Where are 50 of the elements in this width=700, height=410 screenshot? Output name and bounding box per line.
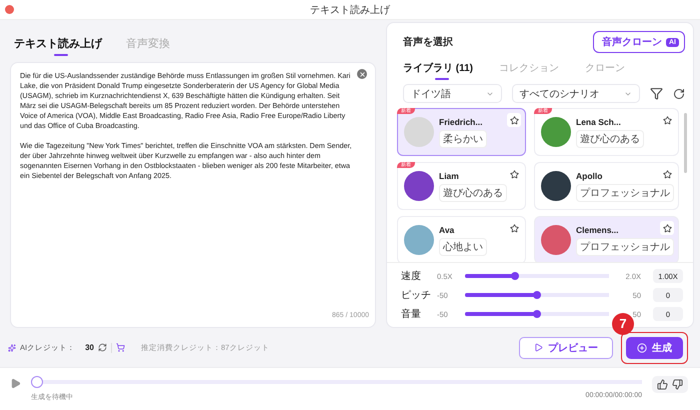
voice-tag: 遊び心のある bbox=[439, 184, 507, 202]
window-title: テキスト読み上げ bbox=[310, 4, 390, 16]
star-icon[interactable] bbox=[660, 221, 674, 235]
clear-icon[interactable] bbox=[357, 69, 367, 79]
credit-value: 30 bbox=[85, 343, 94, 352]
slider-thumb[interactable] bbox=[533, 310, 541, 318]
slider-label: 速度 bbox=[401, 270, 422, 283]
cart-icon[interactable] bbox=[116, 343, 125, 352]
voice-name: Liam bbox=[439, 170, 459, 180]
voice-card[interactable]: Ava 心地よい bbox=[397, 216, 526, 262]
refresh-icon[interactable] bbox=[673, 88, 685, 100]
slider[interactable] bbox=[465, 272, 609, 280]
slider-label: 音量 bbox=[401, 308, 422, 321]
filter-icon[interactable] bbox=[650, 87, 663, 100]
voice-name: Apollo bbox=[576, 170, 602, 180]
voice-card[interactable]: Clemens... プロフェッショナル bbox=[534, 216, 679, 262]
slider-thumb[interactable] bbox=[511, 272, 520, 280]
text-input-area[interactable] bbox=[10, 62, 376, 328]
preview-button[interactable]: プレビュー bbox=[519, 336, 613, 358]
voice-name: Friedrich... bbox=[439, 116, 482, 126]
slider-label: ピッチ bbox=[401, 289, 431, 302]
play-icon[interactable] bbox=[10, 378, 21, 389]
voice-tag: 遊び心のある bbox=[576, 130, 644, 148]
slider[interactable] bbox=[465, 291, 609, 299]
slider[interactable] bbox=[465, 310, 609, 318]
dropdown[interactable]: ドイツ語 bbox=[403, 84, 502, 103]
thumbs-up-icon[interactable] bbox=[657, 379, 668, 390]
voice-name: Clemens... bbox=[576, 224, 619, 234]
voice-tab[interactable]: ライブラリ (11) bbox=[403, 61, 474, 78]
plus-icon bbox=[637, 342, 647, 352]
close-dot[interactable] bbox=[5, 5, 14, 14]
panel-title: 音声を選択 bbox=[403, 35, 453, 49]
voice-tag: プロフェッショナル bbox=[576, 238, 674, 256]
thumbs-down-icon[interactable] bbox=[672, 379, 683, 390]
dropdown[interactable]: すべてのシナリオ bbox=[512, 84, 640, 103]
slider-thumb[interactable] bbox=[533, 291, 541, 299]
mode-tab[interactable]: テキスト読み上げ bbox=[14, 36, 102, 54]
star-icon[interactable] bbox=[507, 113, 521, 127]
playback-thumb[interactable] bbox=[31, 376, 43, 388]
generate-button[interactable]: 生成 bbox=[626, 336, 683, 358]
refresh-icon[interactable] bbox=[98, 343, 107, 352]
voice-tag: プロフェッショナル bbox=[576, 184, 674, 202]
voice-name: Lena Sch... bbox=[576, 116, 621, 126]
voice-tag: 柔らかい bbox=[439, 130, 487, 148]
play-icon bbox=[534, 343, 543, 352]
credit-icon bbox=[8, 344, 16, 352]
voice-tag: 心地よい bbox=[439, 238, 487, 256]
voice-name: Ava bbox=[439, 224, 454, 234]
voice-card[interactable]: Apollo プロフェッショナル bbox=[534, 162, 679, 210]
scrollbar[interactable] bbox=[684, 113, 687, 173]
